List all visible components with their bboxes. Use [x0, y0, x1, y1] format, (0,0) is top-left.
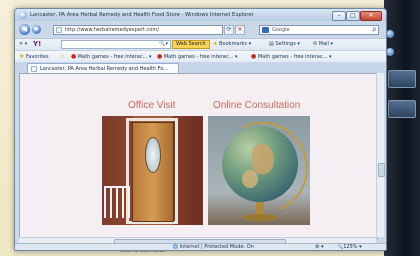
yahoo-search-input[interactable]: 🔍▾ — [61, 40, 171, 49]
desktop-globe-icon — [386, 30, 394, 38]
protected-mode-icon[interactable]: ⚙ ▾ — [315, 244, 324, 250]
favorites-button[interactable]: ★ Favorites — [19, 53, 49, 60]
globe-land — [252, 144, 274, 174]
globe-icon — [173, 244, 178, 249]
zoom-control[interactable]: 🔍125% ▾ — [337, 244, 362, 250]
apple-icon: ● — [251, 53, 257, 60]
online-consultation-heading[interactable]: Online Consultation — [213, 100, 300, 111]
page-content: Office Visit Online Consultation — [19, 73, 378, 239]
globe-base — [242, 214, 278, 221]
globe-land — [242, 170, 258, 188]
desktop-thumbnail-icon[interactable] — [388, 100, 416, 118]
google-icon — [262, 27, 269, 33]
office-visit-heading[interactable]: Office Visit — [128, 100, 175, 111]
browser-window: Lancaster, PA Area Herbal Remedy and Hea… — [14, 8, 387, 251]
maximize-button[interactable]: □ — [346, 11, 360, 21]
toolbar-close-icon[interactable]: ✕ ▾ — [19, 41, 27, 47]
favorite-link[interactable]: ● Math games - free interac... ▾ — [71, 53, 152, 60]
bookmarks-button[interactable]: ★ Bookmarks ▾ — [213, 41, 251, 47]
search-icon: 🔍▾ — [159, 41, 168, 47]
navigation-bar: ◀ ▶ http://www.herbalremedyexpert.com/ ⟳… — [15, 23, 386, 36]
favorite-link[interactable]: ● Math games - free interac... ▾ — [251, 53, 332, 60]
add-favorite-icon[interactable]: ☆ — [59, 53, 64, 60]
porch-railing — [104, 186, 130, 218]
address-bar[interactable]: http://www.herbalremedyexpert.com/ — [53, 25, 223, 35]
page-icon — [56, 27, 62, 33]
security-zone[interactable]: Internet | Protected Mode: On — [173, 244, 254, 250]
ie-icon — [19, 11, 27, 19]
star-icon: ★ — [19, 53, 25, 60]
mail-button[interactable]: ✉ Mail ▾ — [313, 41, 333, 47]
favorites-bar: ★ Favorites ☆ ● Math games - free intera… — [15, 50, 386, 62]
desktop-right-panel — [384, 0, 420, 256]
globe — [222, 126, 298, 202]
vertical-scroll-thumb[interactable] — [378, 163, 385, 177]
favorite-link[interactable]: ● Math games - free interac... ▾ — [157, 53, 238, 60]
forward-button[interactable]: ▶ — [32, 25, 41, 34]
search-icon[interactable]: ρ — [372, 26, 376, 33]
status-bar: Internet | Protected Mode: On ⚙ ▾ 🔍125% … — [15, 243, 386, 250]
globe-image[interactable] — [208, 116, 310, 225]
close-button[interactable]: ✕ — [360, 11, 382, 21]
vertical-scrollbar[interactable] — [376, 73, 385, 237]
desktop-left — [0, 0, 14, 256]
search-box[interactable]: Google ρ — [259, 25, 379, 35]
door — [132, 122, 174, 222]
tab-label: Lancaster, PA Area Herbal Remedy and Hea… — [40, 66, 169, 72]
web-search-button[interactable]: Web Search — [172, 40, 210, 49]
apple-icon: ● — [71, 53, 77, 60]
yahoo-logo[interactable]: Y! — [33, 40, 41, 48]
window-title: Lancaster, PA Area Herbal Remedy and Hea… — [30, 12, 254, 18]
refresh-icon[interactable]: ⟳ — [224, 25, 234, 35]
stop-icon[interactable]: ✕ — [235, 25, 245, 35]
tab-bar: Lancaster, PA Area Herbal Remedy and Hea… — [15, 62, 386, 74]
back-button[interactable]: ◀ — [19, 24, 30, 35]
door-window — [145, 137, 161, 173]
title-bar: Lancaster, PA Area Herbal Remedy and Hea… — [15, 9, 386, 21]
desktop-globe-icon — [386, 48, 394, 56]
minimize-button[interactable]: – — [332, 11, 346, 21]
apple-icon: ● — [157, 53, 163, 60]
search-input[interactable]: Google — [272, 27, 290, 33]
settings-button[interactable]: ▤ Settings ▾ — [269, 41, 300, 47]
office-door-image[interactable] — [102, 116, 203, 225]
address-text[interactable]: http://www.herbalremedyexpert.com/ — [65, 27, 159, 33]
desktop-thumbnail-icon[interactable] — [388, 70, 416, 88]
page-icon — [31, 66, 37, 72]
yahoo-toolbar: ✕ ▾ Y! 🔍▾ Web Search ★ Bookmarks ▾ ▤ Set… — [15, 38, 386, 50]
